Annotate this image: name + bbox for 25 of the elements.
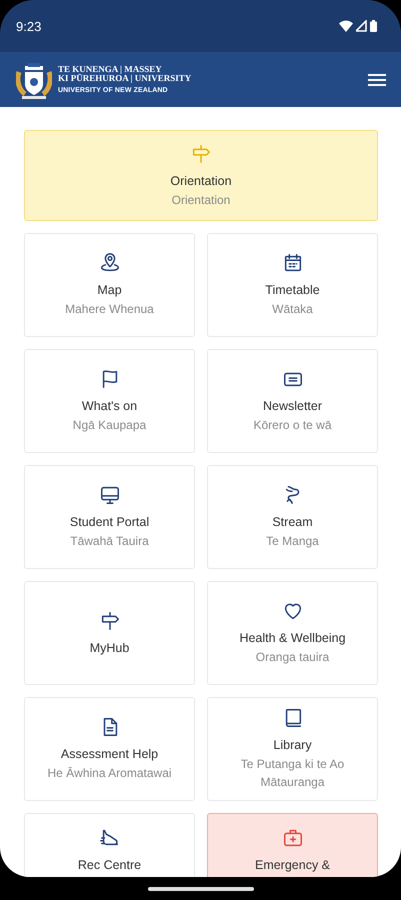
menu-tile[interactable]: Library Te Putanga ki te Ao Mātauranga — [207, 697, 378, 801]
location-pin-icon — [98, 252, 120, 274]
menu-tile[interactable]: Health & Wellbeing Oranga tauira — [207, 581, 378, 685]
monitor-icon — [98, 484, 120, 506]
status-time: 9:23 — [16, 18, 42, 34]
menu-tile[interactable]: Assessment Help He Āwhina Aromatawai — [24, 697, 195, 801]
menu-tile[interactable]: Orientation Orientation — [24, 130, 378, 221]
wifi-icon — [339, 20, 353, 32]
logo-wordmark-line: TE KUNENGA | MASSEY — [58, 64, 163, 74]
menu-tile[interactable]: Emergency & — [207, 813, 378, 877]
menu-tile[interactable]: Timetable Wātaka — [207, 233, 378, 337]
first-aid-kit-icon — [282, 827, 304, 849]
menu-tile[interactable]: MyHub — [24, 581, 195, 685]
home-indicator[interactable] — [148, 886, 254, 890]
signal-icon — [356, 20, 367, 32]
menu-button[interactable] — [367, 72, 387, 88]
logo-wordmark-line: KI PŪREHUROA | UNIVERSITY — [58, 74, 192, 82]
battery-icon — [370, 20, 377, 32]
menu-tile[interactable]: Student Portal Tāwahā Tauira — [24, 465, 195, 569]
menu-tile[interactable]: What's on Ngā Kaupapa — [24, 349, 195, 453]
menu-tile[interactable]: Rec Centre — [24, 813, 195, 877]
signpost-icon — [190, 142, 212, 164]
menu-tile[interactable]: Stream Te Manga — [207, 465, 378, 569]
menu-tile[interactable]: Newsletter Kōrero o te wā — [207, 349, 378, 453]
menu-tile[interactable]: Map Mahere Whenua — [24, 233, 195, 337]
